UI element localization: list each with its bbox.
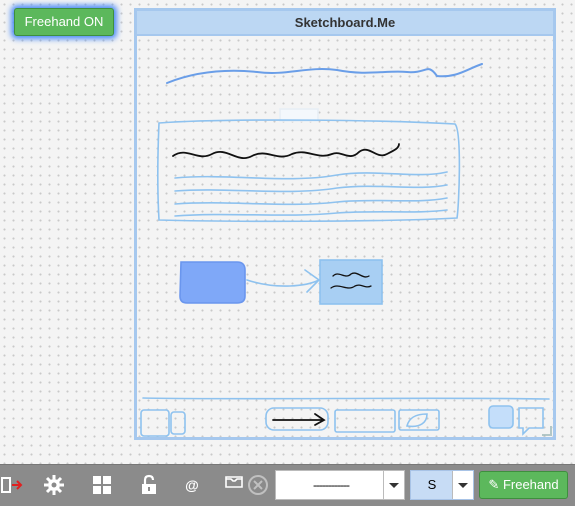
sketch-text-line-3: [174, 197, 448, 206]
pencil-icon: ✎: [488, 477, 500, 492]
grid-icon[interactable]: [90, 473, 114, 497]
sketch-bottom-block-1: [140, 409, 170, 437]
sketchboard-frame[interactable]: Sketchboard.Me: [134, 8, 556, 440]
at-icon[interactable]: @: [180, 473, 204, 497]
line-style-value: ------------: [313, 478, 350, 492]
freehand-label: Freehand: [502, 477, 559, 492]
size-select[interactable]: S: [410, 470, 474, 500]
sketch-bottom-box-3: [398, 409, 440, 431]
size-caret[interactable]: [452, 471, 473, 499]
gear-icon[interactable]: [42, 473, 66, 497]
bottom-toolbar: @ ------------ S ✎ Freehand: [0, 464, 575, 506]
sketch-chat-icon: [518, 407, 544, 436]
sketch-small-rect: [279, 108, 319, 122]
freehand-button[interactable]: ✎ Freehand: [479, 471, 568, 499]
close-circle-icon[interactable]: [246, 473, 270, 497]
chevron-down-icon: [389, 482, 399, 488]
sketch-connector-arrow: [246, 269, 321, 293]
sketch-arrow-box: [265, 407, 329, 431]
board-title: Sketchboard.Me: [137, 11, 553, 36]
sketch-leaf-icon: [406, 413, 428, 428]
line-style-caret[interactable]: [383, 471, 404, 499]
sketch-black-arrow: [272, 413, 326, 426]
sketch-bottom-block-2: [170, 411, 186, 435]
sketch-image-icon: [488, 405, 514, 429]
size-value: S: [427, 477, 437, 492]
sketch-filled-box: [179, 261, 246, 304]
sketch-target-box: [319, 259, 383, 305]
exit-icon[interactable]: [0, 473, 24, 497]
sketch-bottom-line: [142, 397, 550, 400]
chevron-down-icon: [458, 482, 468, 488]
lock-icon[interactable]: [137, 473, 161, 497]
freehand-on-toggle[interactable]: Freehand ON: [14, 8, 114, 36]
tray-icon[interactable]: [222, 473, 246, 497]
resize-grip-icon[interactable]: [542, 426, 552, 436]
board-canvas[interactable]: [137, 36, 553, 437]
sketch-text-line-1: [174, 171, 448, 180]
sketch-drawing: [140, 63, 550, 437]
sketch-content-panel: [157, 119, 461, 223]
sketch-bottom-box-2: [334, 409, 396, 433]
sketch-heading-wave: [166, 63, 483, 84]
line-style-select[interactable]: ------------: [275, 470, 405, 500]
sketch-text-line-4: [174, 209, 448, 217]
sketch-text-line-2: [174, 184, 448, 193]
sketch-black-scribble: [172, 143, 400, 159]
